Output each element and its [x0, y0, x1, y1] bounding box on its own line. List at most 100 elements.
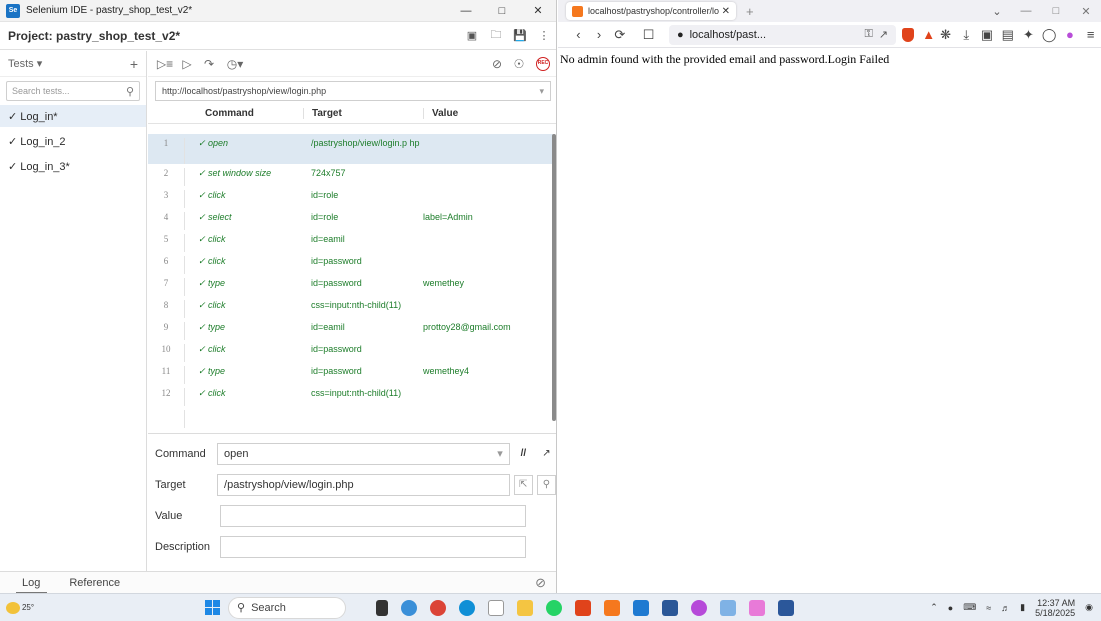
- extensions-icon[interactable]: ❋: [935, 27, 956, 43]
- close-button[interactable]: ✕: [520, 4, 556, 17]
- table-row[interactable]: 2 ✓ set window size 724x757: [148, 164, 553, 186]
- row-command: ✓ type: [198, 322, 226, 332]
- whatsapp-icon[interactable]: [546, 599, 562, 616]
- new-tab-icon[interactable]: +: [746, 4, 754, 19]
- window-title: Selenium IDE - pastry_shop_test_v2*: [26, 5, 193, 16]
- brave-icon[interactable]: [575, 599, 591, 616]
- paint-icon[interactable]: [749, 599, 765, 616]
- chrome-icon[interactable]: [430, 599, 446, 616]
- pause-on-exception-icon[interactable]: ☉: [508, 57, 530, 71]
- table-row[interactable]: 1 ✓ open /pastryshop/view/login.p hp: [148, 134, 553, 164]
- vscode-icon[interactable]: [633, 599, 649, 616]
- file-explorer-icon[interactable]: [517, 599, 533, 616]
- tab-log[interactable]: Log: [15, 577, 55, 594]
- test-item-log-in[interactable]: ✓ Log_in*: [0, 105, 146, 127]
- save-project-icon[interactable]: 💾: [508, 29, 532, 42]
- taskview-icon[interactable]: [376, 599, 388, 616]
- more-menu-icon[interactable]: ⋮: [532, 29, 556, 42]
- clear-log-icon[interactable]: ⊘: [535, 575, 546, 591]
- table-row[interactable]: 12 ✓ click css=input:nth-child(11): [148, 384, 553, 406]
- browser-maximize-button[interactable]: □: [1041, 5, 1071, 17]
- reload-icon[interactable]: ⟳: [609, 27, 630, 43]
- comment-toggle-icon[interactable]: //: [514, 444, 533, 464]
- browser-minimize-button[interactable]: —: [1011, 5, 1041, 17]
- site-info-icon[interactable]: ●: [677, 29, 684, 41]
- table-row[interactable]: 3 ✓ click id=role: [148, 186, 553, 208]
- tab-reference[interactable]: Reference: [69, 577, 135, 589]
- taskbar-search[interactable]: ⚲ Search: [228, 596, 346, 619]
- keyboard-icon[interactable]: ⌨: [963, 602, 976, 613]
- wifi-icon[interactable]: ≈: [986, 603, 991, 613]
- profile-icon[interactable]: ●: [1060, 27, 1081, 42]
- table-row[interactable]: 7 ✓ type id=password wemethey: [148, 274, 553, 296]
- target-field[interactable]: /pastryshop/view/login.php: [217, 473, 510, 496]
- disable-breakpoints-icon[interactable]: ⊘: [486, 57, 508, 71]
- minimize-button[interactable]: —: [448, 5, 484, 17]
- volume-icon[interactable]: ♬: [1001, 603, 1010, 613]
- open-project-icon[interactable]: 🗀: [484, 26, 508, 45]
- brave-shield-icon[interactable]: [902, 27, 915, 42]
- git-icon[interactable]: [720, 599, 736, 616]
- downloads-icon[interactable]: ⤓: [956, 27, 977, 43]
- speed-icon[interactable]: ◷▾: [220, 57, 250, 71]
- sidebar-icon[interactable]: ▣: [977, 27, 998, 43]
- word-icon[interactable]: [778, 599, 794, 616]
- list-tabs-icon[interactable]: ⌄: [983, 5, 1011, 18]
- leo-icon[interactable]: ✦: [1018, 27, 1039, 43]
- open-reference-icon[interactable]: ↗: [537, 444, 556, 464]
- step-over-icon[interactable]: ↷: [198, 57, 220, 71]
- command-table-scrollbar[interactable]: [552, 134, 556, 421]
- browser-tab[interactable]: localhost/pastryshop/controller/lo ✕: [566, 2, 736, 20]
- table-row[interactable]: 4 ✓ select id=role label=Admin: [148, 208, 553, 230]
- record-button[interactable]: REC: [536, 56, 550, 71]
- copilot-icon[interactable]: [401, 599, 417, 616]
- notification-icon[interactable]: ◉: [1085, 602, 1093, 613]
- table-row[interactable]: 11 ✓ type id=password wemethey4: [148, 362, 553, 384]
- mic-icon[interactable]: ●: [948, 603, 953, 613]
- command-select[interactable]: open ▾: [217, 442, 510, 465]
- bookmark-icon[interactable]: ☐: [638, 27, 659, 43]
- weather-widget[interactable]: 25°: [0, 601, 40, 614]
- terminal-icon[interactable]: [488, 599, 504, 616]
- test-item-log-in-3[interactable]: ✓ Log_in_3*: [0, 155, 146, 177]
- menu-icon[interactable]: ≡: [1080, 27, 1101, 42]
- close-tab-icon[interactable]: ✕: [722, 6, 730, 17]
- edge-icon[interactable]: [459, 599, 475, 616]
- table-row[interactable]: 8 ✓ click css=input:nth-child(11): [148, 296, 553, 318]
- table-row[interactable]: 9 ✓ type id=eamil prottoy28@gmail.com: [148, 318, 553, 340]
- wallet-icon[interactable]: ▤: [997, 27, 1018, 43]
- base-url-field[interactable]: http://localhost/pastryshop/view/login.p…: [155, 81, 551, 101]
- value-field[interactable]: [220, 504, 526, 527]
- browser-close-button[interactable]: ✕: [1071, 5, 1101, 18]
- add-test-icon[interactable]: +: [130, 56, 138, 72]
- new-project-icon[interactable]: ▣: [460, 29, 484, 42]
- firefox-icon[interactable]: [691, 599, 707, 616]
- find-target-icon[interactable]: ⚲: [536, 474, 556, 495]
- description-field[interactable]: [220, 535, 526, 558]
- start-icon[interactable]: [205, 600, 220, 615]
- address-bar[interactable]: ● localhost/past... ⚿ ↗: [668, 24, 897, 45]
- forward-icon[interactable]: ›: [589, 27, 610, 42]
- rewards-icon[interactable]: ▲: [922, 27, 935, 42]
- maximize-button[interactable]: □: [484, 5, 520, 17]
- vpn-icon[interactable]: ◯: [1039, 27, 1060, 43]
- key-icon[interactable]: ⚿: [864, 28, 872, 41]
- select-target-icon[interactable]: ⇱: [513, 474, 533, 495]
- xampp-icon[interactable]: [604, 599, 620, 616]
- table-row[interactable]: 6 ✓ click id=password: [148, 252, 553, 274]
- test-item-log-in-2[interactable]: ✓ Log_in_2: [0, 130, 146, 152]
- tests-dropdown[interactable]: Tests ▾: [8, 57, 130, 70]
- clock[interactable]: 12:37 AM 5/18/2025: [1035, 598, 1075, 618]
- tray-overflow-icon[interactable]: ⌃: [930, 602, 938, 613]
- run-current-test-icon[interactable]: ▷: [176, 57, 198, 71]
- back-icon[interactable]: ‹: [568, 27, 589, 42]
- battery-icon[interactable]: ▮: [1020, 602, 1025, 613]
- table-row[interactable]: 10 ✓ click id=password: [148, 340, 553, 362]
- target-value: /pastryshop/view/login.php: [224, 478, 354, 491]
- table-row[interactable]: 5 ✓ click id=eamil: [148, 230, 553, 252]
- run-all-tests-icon[interactable]: ▷≡: [154, 57, 176, 71]
- search-tests-input[interactable]: [12, 86, 126, 96]
- store-icon[interactable]: [662, 599, 678, 616]
- share-icon[interactable]: ↗: [879, 28, 888, 41]
- tests-panel: Tests ▾ + ⚲ ✓ Log_in* ✓ Log_in_2 ✓ Log_i…: [0, 51, 147, 571]
